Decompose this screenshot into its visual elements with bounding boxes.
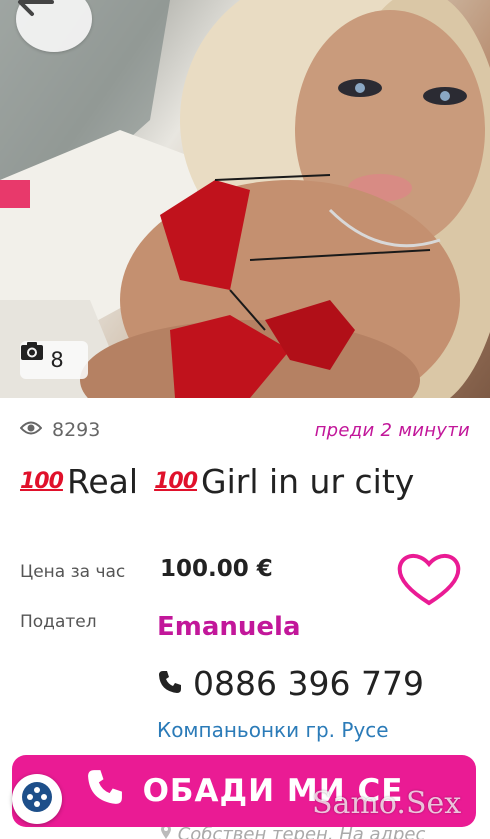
hundred-points-emoji: 100	[20, 469, 64, 494]
phone-number[interactable]: 0886 396 779	[157, 664, 424, 703]
category-link[interactable]: Компаньонки гр. Русе	[157, 718, 389, 742]
price-label: Цена за час	[20, 562, 126, 582]
favorite-button[interactable]	[395, 550, 463, 608]
title-part-1: Real	[66, 462, 139, 501]
watermark: Samo.Sex	[312, 786, 462, 821]
chat-icon	[20, 780, 54, 818]
views-counter: 8293	[19, 419, 101, 441]
photo-illustration	[0, 0, 490, 398]
listing-page: 8 8293 преди 2 минути 100 Real 100 Girl …	[0, 0, 490, 839]
eye-icon	[19, 419, 43, 441]
advertiser-label: Подател	[20, 612, 97, 632]
posted-time: преди 2 минути	[314, 419, 470, 441]
photo-count: 8	[50, 348, 64, 372]
listing-title: 100 Real 100 Girl in ur city	[20, 462, 480, 501]
hundred-points-emoji: 100	[154, 469, 198, 494]
phone-icon	[85, 767, 125, 815]
phone-text: 0886 396 779	[193, 664, 424, 703]
chat-widget-button[interactable]	[12, 774, 62, 824]
price-value: 100.00 €	[160, 556, 273, 582]
title-part-2: Girl in ur city	[201, 462, 415, 501]
meta-row: 8293 преди 2 минути	[19, 416, 470, 444]
photo-count-badge[interactable]: 8	[20, 341, 88, 379]
views-count: 8293	[52, 419, 101, 441]
heart-outline-icon	[395, 554, 463, 612]
listing-photo[interactable]: 8	[0, 0, 490, 398]
advertiser-name[interactable]: Emanuela	[157, 612, 301, 642]
phone-icon	[157, 664, 183, 703]
